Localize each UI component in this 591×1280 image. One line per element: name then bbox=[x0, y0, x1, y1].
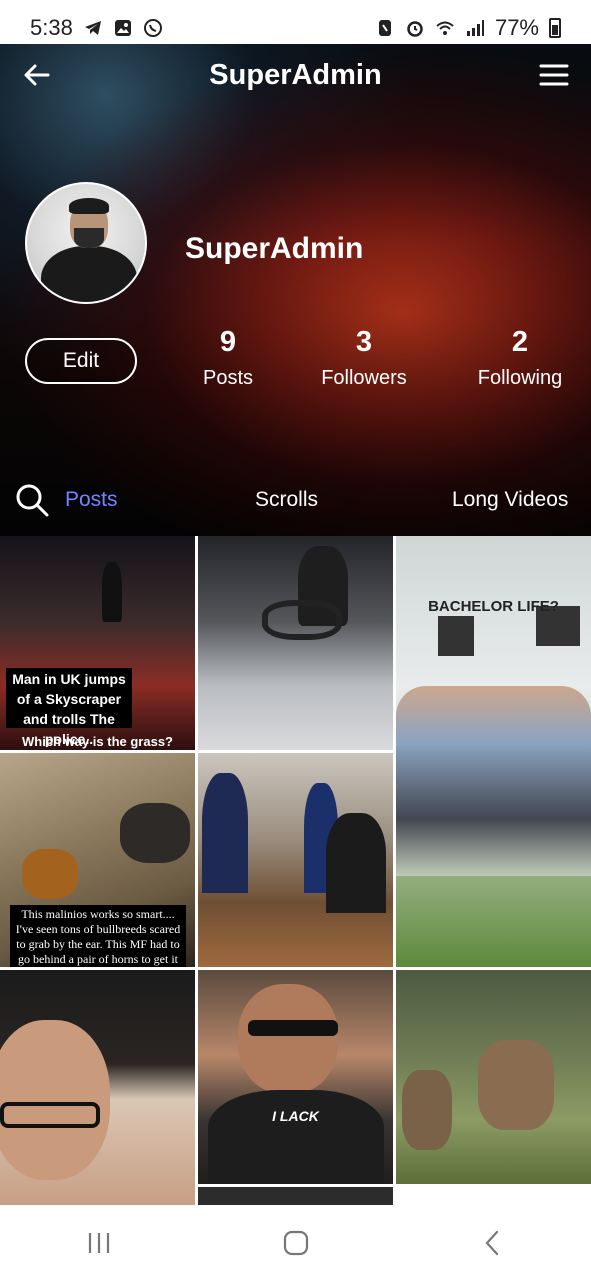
posts-count: 9 bbox=[219, 326, 237, 358]
back-icon bbox=[485, 1230, 498, 1255]
signal-icon bbox=[466, 20, 484, 36]
followers-label: Followers bbox=[321, 367, 407, 389]
top-app-bar: SuperAdmin bbox=[0, 44, 591, 106]
avatar[interactable] bbox=[25, 182, 147, 304]
home-icon bbox=[283, 1230, 308, 1255]
content-tabs: Posts Scrolls Long Videos bbox=[0, 470, 591, 534]
tab-scrolls[interactable]: Scrolls bbox=[255, 488, 318, 512]
profile-header: SuperAdmin SuperAdmin Edit 9 Posts 3 Fol… bbox=[0, 44, 591, 536]
home-button[interactable] bbox=[276, 1223, 316, 1263]
following-label: Following bbox=[477, 367, 563, 389]
tab-posts[interactable]: Posts bbox=[65, 488, 118, 512]
post-tile[interactable]: This malinios works so smart.... I've se… bbox=[0, 753, 195, 967]
wifi-icon bbox=[436, 21, 454, 35]
page-title: SuperAdmin bbox=[209, 58, 382, 91]
whatsapp-icon bbox=[143, 19, 162, 37]
battery-icon bbox=[549, 18, 561, 38]
house-window bbox=[438, 616, 474, 656]
back-button[interactable] bbox=[473, 1223, 513, 1263]
dog-figure bbox=[22, 849, 78, 899]
gallery-icon bbox=[114, 20, 131, 36]
post-caption: I LACK bbox=[272, 1108, 319, 1124]
alarm-icon bbox=[407, 21, 423, 37]
telegram-icon bbox=[84, 21, 101, 35]
hamburger-menu-icon[interactable] bbox=[539, 60, 569, 90]
posts-label: Posts bbox=[202, 367, 254, 389]
avatar-beard bbox=[74, 228, 104, 248]
group-of-people bbox=[396, 686, 591, 876]
avatar-body bbox=[41, 246, 137, 302]
profile-name: SuperAdmin bbox=[185, 232, 364, 265]
avatar-hair bbox=[69, 198, 109, 214]
post-tile[interactable]: I LACK bbox=[198, 970, 393, 1184]
following-count: 2 bbox=[511, 326, 529, 358]
post-caption: Man in UK jumps of a Skyscraper and trol… bbox=[6, 668, 132, 747]
stat-posts[interactable]: 9 Posts bbox=[188, 326, 268, 390]
sunglasses-figure bbox=[248, 1020, 338, 1036]
tab-long-videos[interactable]: Long Videos bbox=[452, 488, 568, 512]
deer-figure bbox=[402, 1070, 452, 1150]
deer-figure bbox=[478, 1040, 554, 1130]
face-figure bbox=[238, 984, 338, 1094]
motorbike bbox=[262, 600, 342, 640]
stat-followers[interactable]: 3 Followers bbox=[309, 326, 419, 390]
goat-figure bbox=[120, 803, 190, 863]
person-figure bbox=[326, 813, 386, 913]
post-subcaption: Which way is the grass? bbox=[22, 734, 173, 749]
status-right: 77% bbox=[375, 15, 561, 41]
status-time: 5:38 bbox=[30, 15, 73, 40]
post-tile[interactable] bbox=[198, 536, 393, 750]
nfc-icon bbox=[378, 20, 391, 36]
recent-apps-button[interactable] bbox=[79, 1223, 119, 1263]
face-figure bbox=[0, 1020, 110, 1180]
search-icon[interactable] bbox=[14, 482, 50, 518]
post-tile[interactable]: BACHELOR LIFE? bbox=[396, 536, 591, 967]
arrow-left-icon[interactable] bbox=[22, 60, 52, 90]
post-caption: BACHELOR LIFE? bbox=[428, 598, 559, 615]
post-tile[interactable] bbox=[396, 970, 591, 1184]
posts-grid: Man in UK jumps of a Skyscraper and trol… bbox=[0, 536, 591, 1205]
post-caption: This malinios works so smart.... I've se… bbox=[10, 905, 186, 967]
post-tile[interactable]: Man in UK jumps of a Skyscraper and trol… bbox=[0, 536, 195, 750]
post-tile[interactable] bbox=[198, 1187, 393, 1205]
edit-profile-button[interactable]: Edit bbox=[25, 338, 137, 384]
status-left: 5:38 bbox=[30, 15, 163, 41]
person-figure bbox=[202, 773, 248, 893]
post-tile[interactable] bbox=[198, 753, 393, 967]
glasses-figure bbox=[0, 1102, 100, 1128]
battery-percent: 77% bbox=[494, 15, 539, 40]
system-navigation-bar bbox=[0, 1205, 591, 1280]
recent-apps-icon bbox=[88, 1232, 109, 1253]
followers-count: 3 bbox=[355, 326, 373, 358]
post-tile[interactable] bbox=[0, 970, 195, 1205]
shirt-figure bbox=[208, 1090, 384, 1184]
person-silhouette bbox=[102, 562, 122, 622]
stat-following[interactable]: 2 Following bbox=[466, 326, 574, 390]
